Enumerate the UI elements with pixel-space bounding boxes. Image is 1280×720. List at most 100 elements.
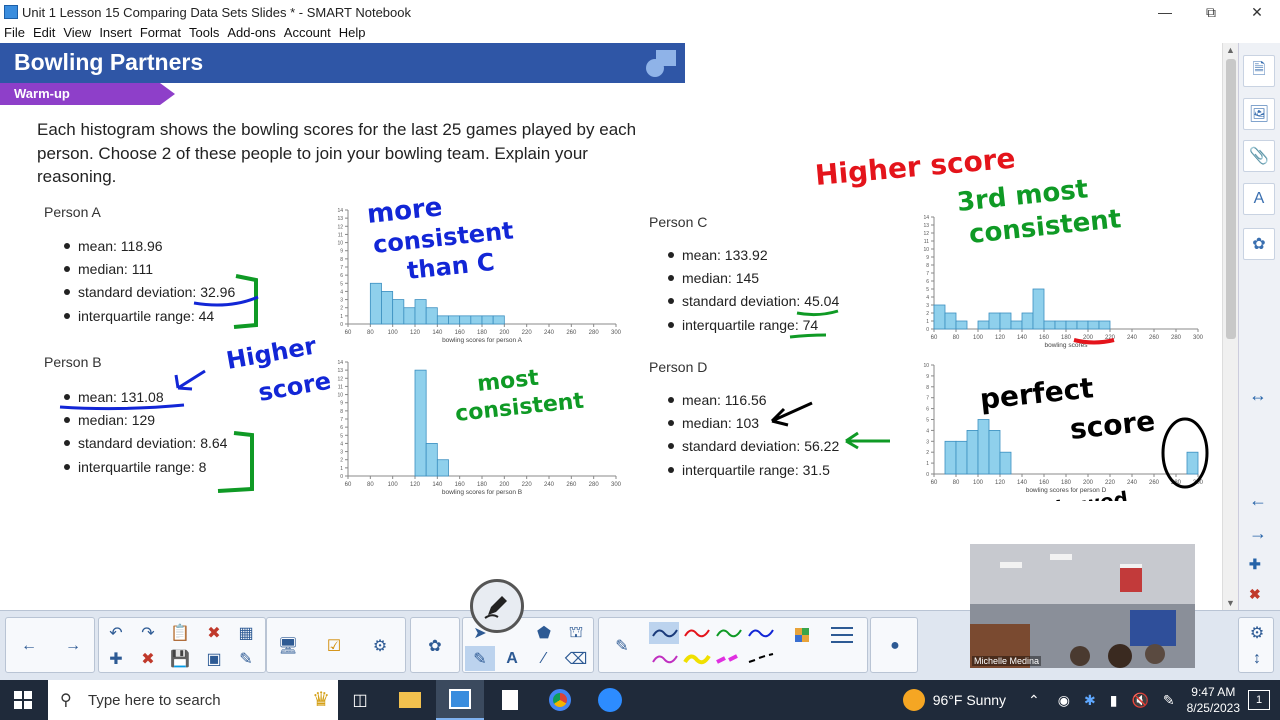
redo-icon[interactable]: ↷	[133, 620, 163, 645]
pen-type-icon[interactable]: ✎	[607, 633, 637, 658]
delete-page-icon[interactable]: ✖	[1249, 586, 1261, 603]
save-icon[interactable]: 💾	[165, 646, 195, 671]
smart-notebook-taskbar-icon[interactable]	[436, 680, 484, 720]
toolbar-edit-group: ↶ ↷ 📋 ✖ ▦ ✚ ✖ 💾 ▣ ✎	[98, 617, 266, 673]
delete-page-button-icon[interactable]: ✖	[133, 646, 163, 671]
screen-shade-icon[interactable]: ▣	[199, 646, 229, 671]
ink-underline-c-sd	[796, 309, 839, 317]
ink-marks	[59, 274, 1209, 493]
delete-icon[interactable]: ✖	[199, 620, 229, 645]
forward-arrow-icon[interactable]: →	[58, 633, 88, 658]
swatch-yellow	[683, 654, 711, 665]
menu-account[interactable]: Account	[280, 24, 335, 42]
menu-format[interactable]: Format	[136, 24, 185, 42]
monster-quiz-icon[interactable]: ⚙	[365, 633, 395, 658]
file-explorer-icon[interactable]	[386, 680, 434, 720]
toolbar-position-icon[interactable]: ↕	[1242, 646, 1272, 671]
webcam-participant-name: Michelle Medina	[972, 656, 1042, 666]
eraser-icon[interactable]: ⌫	[561, 646, 591, 671]
menu-addons[interactable]: Add-ons	[223, 24, 279, 42]
vertical-scrollbar[interactable]: ▲ ▼	[1222, 43, 1238, 610]
add-page-button-icon[interactable]: ✚	[101, 646, 131, 671]
page-sorter-icon[interactable]: 🗎	[1243, 55, 1275, 87]
scroll-thumb[interactable]	[1226, 59, 1236, 339]
undo-icon[interactable]: ↶	[101, 620, 131, 645]
zoom-icon[interactable]	[586, 680, 634, 720]
search-icon: ⚲	[60, 692, 72, 709]
pen-color-swatches[interactable]	[649, 622, 864, 670]
swatch-pink	[716, 654, 738, 664]
menu-view[interactable]: View	[59, 24, 95, 42]
ink-arrow-b	[174, 369, 206, 391]
table-icon[interactable]: ▦	[231, 620, 261, 645]
toolbar-pen-group: ✎	[598, 617, 868, 673]
puzzle-icon[interactable]: ✿	[420, 633, 450, 658]
volume-muted-icon[interactable]: 🔇	[1131, 692, 1148, 709]
paste-icon[interactable]: 📋	[165, 620, 195, 645]
menu-insert[interactable]: Insert	[95, 24, 136, 42]
settings-gear-icon[interactable]: ⚙	[1242, 620, 1272, 645]
shapes-icon[interactable]: ⬟	[529, 620, 559, 645]
properties-icon[interactable]: A	[1243, 183, 1275, 215]
line-icon[interactable]: ∕	[529, 646, 559, 671]
swatch-blue	[748, 629, 774, 638]
attachments-icon[interactable]: 📎	[1243, 140, 1275, 172]
pen-workspace-icon[interactable]: ✎	[1163, 692, 1175, 709]
notification-count: 1	[1255, 694, 1263, 706]
maximize-button[interactable]: ⧉	[1188, 0, 1234, 24]
add-page-icon[interactable]: ✚	[1249, 556, 1261, 573]
tray-chevron-icon[interactable]: ⌃	[1028, 692, 1040, 709]
scroll-down-icon[interactable]: ▼	[1226, 598, 1235, 608]
window-controls: — ⧉ ✕	[1142, 0, 1280, 24]
crown-icon: ♛	[312, 689, 330, 711]
ink-arrow-d-sd	[845, 431, 890, 450]
windows-start-icon[interactable]	[14, 691, 32, 709]
fill-icon[interactable]: ⛫	[561, 620, 591, 645]
notifications-icon[interactable]: 1	[1248, 690, 1270, 710]
menu-file[interactable]: File	[0, 24, 29, 42]
minimize-button[interactable]: —	[1142, 0, 1188, 24]
floating-pen-button[interactable]	[470, 579, 524, 633]
activity-builder-icon[interactable]: ☑	[319, 633, 349, 658]
clock[interactable]: 9:47 AM 8/25/2023	[1187, 684, 1240, 716]
menu-help[interactable]: Help	[335, 24, 370, 42]
menu-edit[interactable]: Edit	[29, 24, 59, 42]
battery-icon[interactable]: ▮	[1110, 692, 1118, 709]
line-style-icon	[831, 627, 853, 643]
clock-time: 9:47 AM	[1191, 685, 1236, 699]
weather-text[interactable]: 96°F Sunny	[933, 692, 1006, 708]
close-button[interactable]: ✕	[1234, 0, 1280, 24]
toolbar-settings-group: ⚙ ↕	[1238, 617, 1274, 673]
clear-ink-icon[interactable]: ✎	[231, 646, 261, 671]
document-taskbar-icon[interactable]	[486, 680, 534, 720]
slide-canvas[interactable]: Bowling Partners Warm-up Each histogram …	[0, 43, 1238, 610]
ink-arrow-d-median	[770, 401, 813, 427]
weather-sun-icon[interactable]	[902, 689, 925, 711]
next-page-icon[interactable]: →	[1249, 523, 1267, 544]
system-tray: 96°F Sunny ⌃ ◉ ✱ ▮ 🔇 ✎ 9:47 AM 8/25/2023	[902, 680, 1280, 720]
sidebar-resize-icon[interactable]: ↔	[1249, 385, 1267, 406]
document-camera-icon[interactable]: 🖥	[273, 633, 303, 658]
text-icon[interactable]: A	[497, 646, 527, 671]
toolbar-extra-group: ●	[870, 617, 918, 673]
ink-underline-b	[59, 403, 185, 411]
pen-icon	[484, 596, 507, 619]
task-view-icon[interactable]: ◫	[336, 680, 384, 720]
ink-underline-a	[193, 295, 259, 307]
ink-underline-c-axis	[1073, 338, 1115, 345]
swatch-green	[716, 629, 742, 638]
pens-icon[interactable]: ✎	[465, 646, 495, 671]
scroll-up-icon[interactable]: ▲	[1226, 45, 1235, 55]
menu-tools[interactable]: Tools	[185, 24, 223, 42]
gallery-icon[interactable]: 🖼	[1243, 98, 1275, 130]
taskbar-search-box[interactable]: ⚲ Type here to search ♛	[48, 680, 338, 720]
chrome-icon[interactable]	[536, 680, 584, 720]
meet-now-icon[interactable]: ◉	[1058, 692, 1070, 709]
previous-page-icon[interactable]: ←	[1249, 490, 1267, 511]
toolbar-nav-group: ← →	[5, 617, 95, 673]
back-arrow-icon[interactable]: ←	[14, 633, 44, 658]
search-placeholder: Type here to search	[88, 691, 221, 709]
addons-icon[interactable]: ✿	[1243, 228, 1275, 260]
bluetooth-icon[interactable]: ✱	[1084, 692, 1096, 709]
magic-pen-icon[interactable]: ●	[880, 633, 910, 658]
